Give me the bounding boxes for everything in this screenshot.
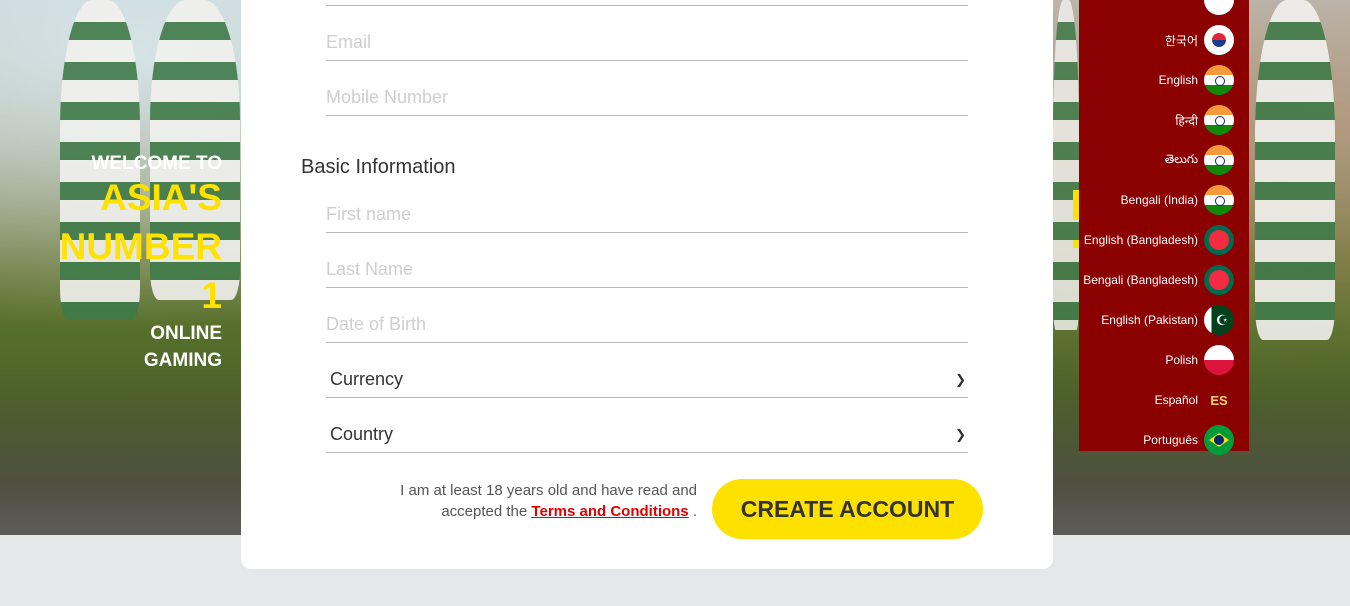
flag-pk-icon: ☪ bbox=[1204, 305, 1234, 335]
language-label: Bengali (India) bbox=[1120, 193, 1198, 207]
language-label: हिन्दी bbox=[1175, 113, 1198, 128]
language-option[interactable]: English (Pakistan) ☪ bbox=[1101, 304, 1234, 336]
language-label: English bbox=[1158, 73, 1198, 87]
language-option[interactable]: हिन्दी bbox=[1175, 104, 1234, 136]
language-label: 한국어 bbox=[1164, 33, 1198, 48]
flag-pl-icon bbox=[1204, 345, 1234, 375]
chevron-down-icon: ❯ bbox=[955, 427, 966, 442]
promo-headline: ASIA'S bbox=[100, 177, 222, 218]
currency-select[interactable]: Currency ❯ bbox=[326, 358, 968, 398]
terms-link[interactable]: Terms and Conditions bbox=[531, 503, 688, 520]
email-placeholder: Email bbox=[326, 32, 372, 52]
flag-br-icon bbox=[1204, 425, 1234, 455]
mobile-number-field[interactable]: Mobile Number bbox=[326, 76, 968, 116]
player-image bbox=[1053, 0, 1079, 330]
currency-value: Currency bbox=[330, 369, 404, 389]
language-panel: 한국어 English हिन्दी తెలుగు Bengali (India) Eng… bbox=[1079, 0, 1249, 455]
language-option[interactable]: Polish bbox=[1165, 344, 1234, 376]
language-label: తెలుగు bbox=[1164, 151, 1198, 166]
chevron-down-icon: ❯ bbox=[955, 372, 966, 387]
promo-subline: GAMING bbox=[143, 350, 222, 371]
language-option[interactable]: Bengali (India) bbox=[1121, 184, 1234, 216]
flag-in-icon bbox=[1204, 145, 1234, 175]
language-option[interactable]: English bbox=[1159, 64, 1234, 96]
flag-kr-icon bbox=[1204, 25, 1234, 55]
language-label: Português bbox=[1143, 433, 1198, 447]
flag-bd-icon bbox=[1204, 265, 1234, 295]
language-option[interactable]: తెలుగు bbox=[1165, 144, 1234, 176]
language-option[interactable] bbox=[1198, 0, 1234, 16]
language-option[interactable]: English (Bangladesh) bbox=[1084, 224, 1234, 256]
language-label: Polish bbox=[1165, 353, 1198, 367]
flag-in-icon bbox=[1204, 185, 1234, 215]
country-value: Country bbox=[330, 424, 394, 444]
first-name-field[interactable]: First name bbox=[326, 193, 968, 233]
promo-welcome: WELCOME TO bbox=[91, 153, 222, 174]
email-field[interactable]: Email bbox=[326, 21, 968, 61]
create-account-button[interactable]: CREATE ACCOUNT bbox=[712, 479, 983, 539]
language-label: Bengali (Bangladesh) bbox=[1083, 273, 1198, 287]
promo-subline: ONLINE bbox=[150, 323, 222, 344]
terms-text: I am at least 18 years old and have read… bbox=[361, 480, 697, 522]
player-image bbox=[1255, 0, 1335, 340]
terms-suffix: . bbox=[692, 503, 697, 520]
dob-placeholder: Date of Birth bbox=[326, 314, 427, 334]
flag-in-icon bbox=[1204, 105, 1234, 135]
flag-in-icon bbox=[1204, 65, 1234, 95]
mobile-placeholder: Mobile Number bbox=[326, 87, 449, 107]
language-label: English (Bangladesh) bbox=[1083, 233, 1198, 247]
country-select[interactable]: Country ❯ bbox=[326, 413, 968, 453]
last-name-field[interactable]: Last Name bbox=[326, 248, 968, 288]
registration-card: Email Mobile Number Basic Information Fi… bbox=[241, 0, 1053, 569]
section-title: Basic Information bbox=[301, 156, 456, 178]
language-label: Español bbox=[1154, 393, 1198, 407]
language-option[interactable]: Español ES bbox=[1155, 384, 1234, 416]
flag-top-icon bbox=[1204, 0, 1234, 15]
date-of-birth-field[interactable]: Date of Birth bbox=[326, 303, 968, 343]
flag-bd-icon bbox=[1204, 225, 1234, 255]
flag-es-icon: ES bbox=[1204, 385, 1234, 415]
promo-headline: 1 bbox=[201, 275, 222, 316]
promo-headline: NUMBER bbox=[59, 226, 222, 267]
previous-field[interactable] bbox=[326, 0, 968, 6]
language-option[interactable]: Bengali (Bangladesh) bbox=[1083, 264, 1234, 296]
first-name-placeholder: First name bbox=[326, 204, 412, 224]
language-option[interactable]: 한국어 bbox=[1165, 24, 1234, 56]
language-option[interactable]: Português bbox=[1143, 424, 1234, 456]
language-label: English (Pakistan) bbox=[1101, 313, 1198, 327]
promo-banner: WELCOME TO ASIA'S NUMBER 1 ONLINE GAMING bbox=[40, 150, 222, 374]
last-name-placeholder: Last Name bbox=[326, 259, 414, 279]
